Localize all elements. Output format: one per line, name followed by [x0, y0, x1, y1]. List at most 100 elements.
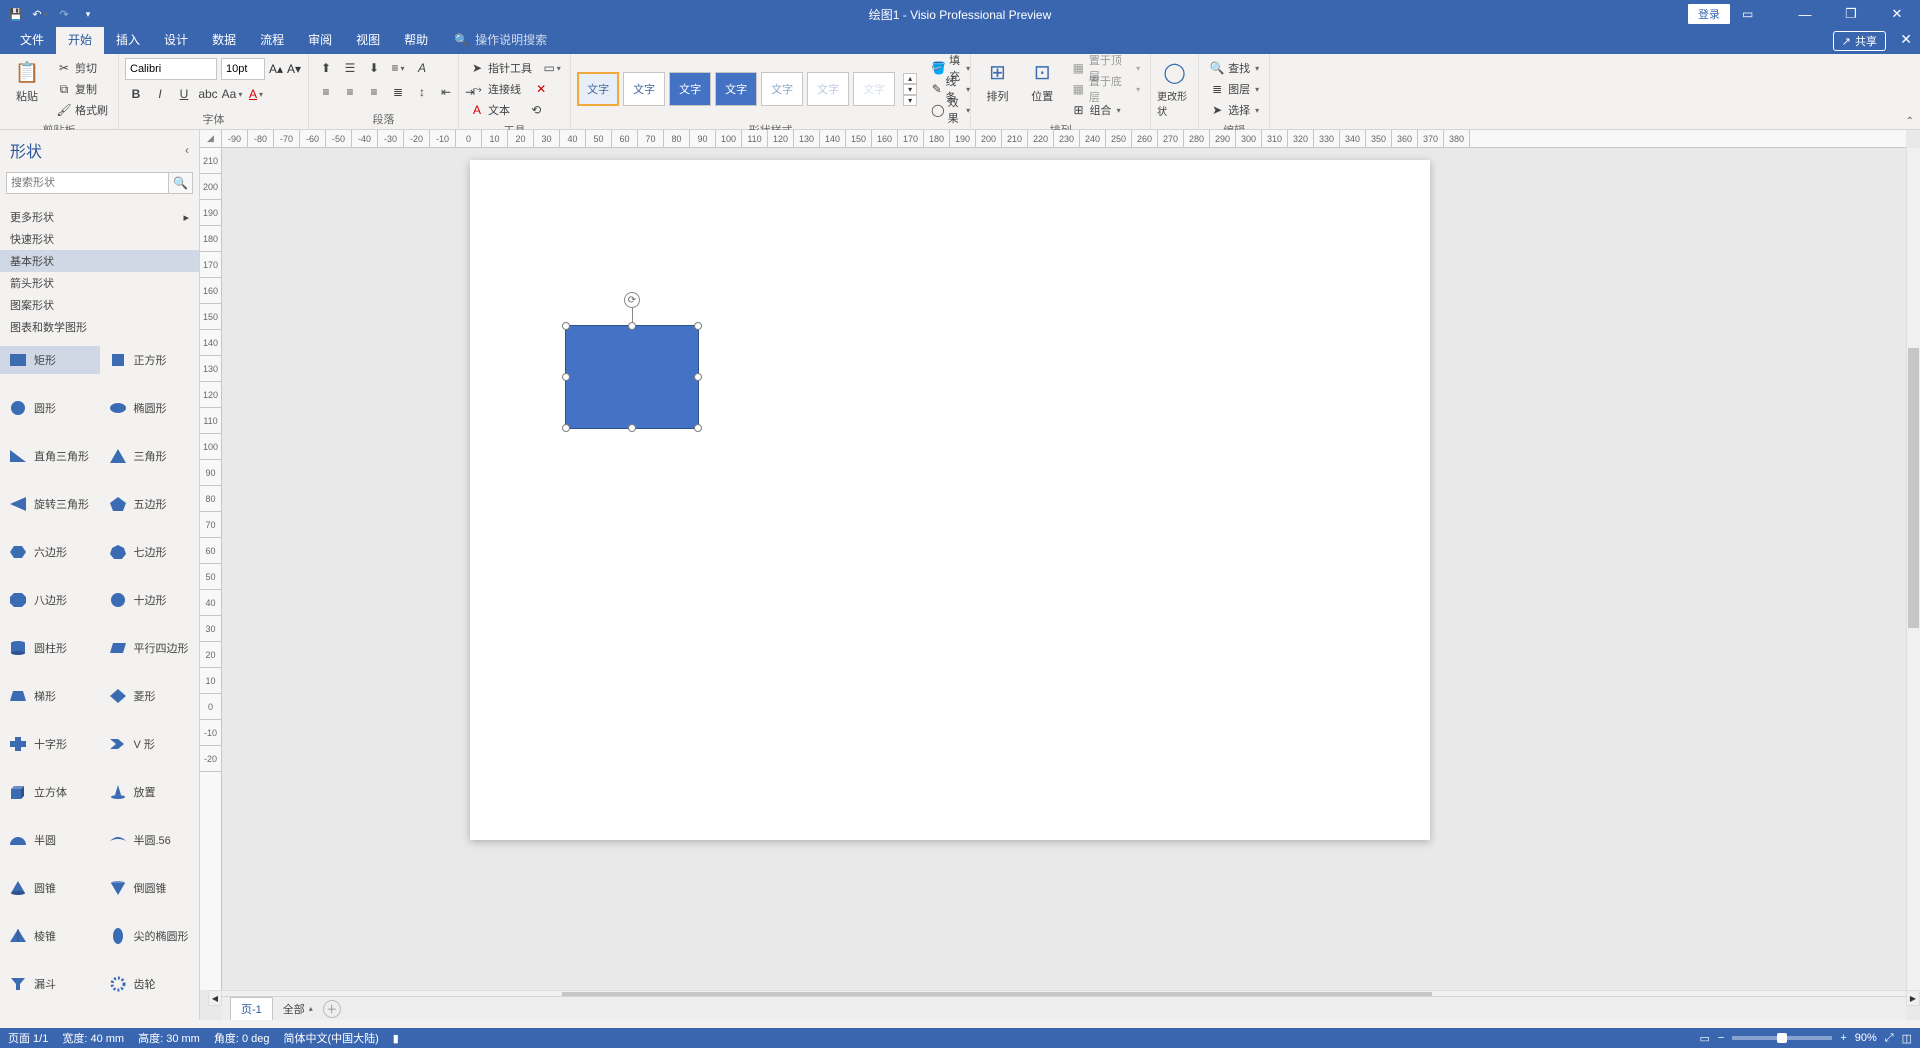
shape-七边形[interactable]: 七边形 — [100, 538, 200, 566]
gallery-scroll[interactable]: ▴▾▾ — [903, 73, 917, 106]
shape-菱形[interactable]: 菱形 — [100, 682, 200, 710]
shape-平行四边形[interactable]: 平行四边形 — [100, 634, 200, 662]
pan-zoom-window-icon[interactable]: ◫ — [1902, 1032, 1912, 1045]
shape-矩形[interactable]: 矩形 — [0, 346, 100, 374]
shape-圆锥[interactable]: 圆锥 — [0, 874, 100, 902]
page-tab-1[interactable]: 页-1 — [230, 997, 273, 1021]
presentation-mode-icon[interactable]: ▭ — [1699, 1032, 1709, 1045]
search-shapes-input[interactable] — [6, 172, 169, 194]
vertical-ruler[interactable]: 2102001901801701601501401301201101009080… — [200, 148, 222, 990]
send-back-button[interactable]: ▦置于底层▾ — [1067, 79, 1145, 99]
shape-棱锥[interactable]: 棱锥 — [0, 922, 100, 950]
connector-tool-button[interactable]: ⤳连接线 ✕ — [465, 79, 553, 99]
layers-button[interactable]: ≣图层▾ — [1205, 79, 1263, 99]
tab-流程[interactable]: 流程 — [248, 27, 296, 54]
shape-十边形[interactable]: 十边形 — [100, 586, 200, 614]
align-top-icon[interactable]: ⬆ — [315, 58, 337, 78]
collapse-pane-icon[interactable]: ‹ — [185, 143, 189, 157]
restore-icon[interactable]: ❐ — [1828, 0, 1874, 28]
shape-旋转三角形[interactable]: 旋转三角形 — [0, 490, 100, 518]
search-go-button[interactable]: 🔍 — [169, 172, 193, 194]
shape-直角三角形[interactable]: 直角三角形 — [0, 442, 100, 470]
tab-开始[interactable]: 开始 — [56, 27, 104, 54]
arrange-button[interactable]: ⊞排列 — [977, 58, 1018, 104]
tab-帮助[interactable]: 帮助 — [392, 27, 440, 54]
category-图表和数学图形[interactable]: 图表和数学图形 — [0, 316, 199, 338]
tab-视图[interactable]: 视图 — [344, 27, 392, 54]
change-case-icon[interactable]: Aa▾ — [221, 84, 243, 104]
shape-半圆[interactable]: 半圆 — [0, 826, 100, 854]
font-size-input[interactable] — [221, 58, 265, 80]
italic-icon[interactable]: I — [149, 84, 171, 104]
tab-审阅[interactable]: 审阅 — [296, 27, 344, 54]
style-gallery[interactable]: 文字 文字 文字 文字 文字 文字 文字 ▴▾▾ — [577, 72, 917, 106]
zoom-knob[interactable] — [1777, 1033, 1787, 1043]
align-justify-icon[interactable]: ≣ — [387, 82, 409, 102]
shape-立方体[interactable]: 立方体 — [0, 778, 100, 806]
select-button[interactable]: ➤选择▾ — [1205, 100, 1263, 120]
resize-handle-se[interactable] — [694, 424, 702, 432]
shape-正方形[interactable]: 正方形 — [100, 346, 200, 374]
align-bottom-icon[interactable]: ⬇ — [363, 58, 385, 78]
increase-font-icon[interactable]: A▴ — [269, 62, 283, 76]
horizontal-ruler[interactable]: -90-80-70-60-50-40-30-20-100102030405060… — [222, 130, 1906, 148]
tab-插入[interactable]: 插入 — [104, 27, 152, 54]
pointer-tool-button[interactable]: ➤指针工具 ▭▾ — [465, 58, 564, 78]
tab-设计[interactable]: 设计 — [152, 27, 200, 54]
shape-半圆.56[interactable]: 半圆.56 — [100, 826, 200, 854]
style-option-2[interactable]: 文字 — [623, 72, 665, 106]
add-page-button[interactable]: ＋ — [323, 1000, 341, 1018]
shape-三角形[interactable]: 三角形 — [100, 442, 200, 470]
status-language[interactable]: 简体中文(中国大陆) — [283, 1030, 378, 1046]
font-color-icon[interactable]: A▾ — [245, 84, 267, 104]
delete-icon[interactable]: ✕ — [533, 81, 549, 97]
effects-button[interactable]: ◯效果▾ — [927, 100, 974, 120]
all-pages-button[interactable]: 全部 ▴ — [283, 1001, 313, 1017]
bold-icon[interactable]: B — [125, 84, 147, 104]
shape-五边形[interactable]: 五边形 — [100, 490, 200, 518]
tell-me-search[interactable]: 🔍 操作说明搜索 — [454, 31, 547, 54]
shape-十字形[interactable]: 十字形 — [0, 730, 100, 758]
close-pane-icon[interactable]: ✕ — [1900, 31, 1912, 48]
style-option-5[interactable]: 文字 — [761, 72, 803, 106]
style-option-3[interactable]: 文字 — [669, 72, 711, 106]
decrease-indent-icon[interactable]: ⇤ — [435, 82, 457, 102]
shape-尖的椭圆形[interactable]: 尖的椭圆形 — [100, 922, 200, 950]
style-option-1[interactable]: 文字 — [577, 72, 619, 106]
save-icon[interactable]: 💾 — [6, 4, 26, 24]
format-painter-button[interactable]: 🖌格式刷 — [52, 100, 112, 120]
change-shape-button[interactable]: ◯更改形状 — [1157, 58, 1192, 118]
drawing-page[interactable]: ⟳ — [470, 160, 1430, 840]
share-button[interactable]: ↗共享 — [1833, 31, 1886, 51]
collapse-ribbon-icon[interactable]: ⌃ — [1906, 116, 1914, 127]
shape-齿轮[interactable]: 齿轮 — [100, 970, 200, 998]
shape-放置[interactable]: 放置 — [100, 778, 200, 806]
resize-handle-e[interactable] — [694, 373, 702, 381]
line-spacing-icon[interactable]: ↕ — [411, 82, 433, 102]
shape-椭圆形[interactable]: 椭圆形 — [100, 394, 200, 422]
style-option-4[interactable]: 文字 — [715, 72, 757, 106]
copy-button[interactable]: ⧉复制 — [52, 79, 112, 99]
login-button[interactable]: 登录 — [1688, 4, 1730, 24]
close-icon[interactable]: ✕ — [1874, 0, 1920, 28]
text-tool-button[interactable]: A文本 ⟲ — [465, 100, 548, 120]
tab-数据[interactable]: 数据 — [200, 27, 248, 54]
underline-icon[interactable]: U — [173, 84, 195, 104]
category-图案形状[interactable]: 图案形状 — [0, 294, 199, 316]
category-箭头形状[interactable]: 箭头形状 — [0, 272, 199, 294]
shape-六边形[interactable]: 六边形 — [0, 538, 100, 566]
qat-more-icon[interactable]: ▾ — [78, 4, 98, 24]
shape-梯形[interactable]: 梯形 — [0, 682, 100, 710]
clear-format-icon[interactable]: A — [411, 58, 433, 78]
zoom-level[interactable]: 90% — [1855, 1032, 1877, 1044]
ribbon-display-icon[interactable]: ▭ — [1742, 7, 1782, 21]
rotation-handle-icon[interactable]: ⟳ — [624, 292, 640, 308]
shape-圆形[interactable]: 圆形 — [0, 394, 100, 422]
zoom-out-icon[interactable]: − — [1718, 1032, 1724, 1044]
undo-icon[interactable]: ↶▾ — [30, 4, 50, 24]
font-name-input[interactable] — [125, 58, 217, 80]
style-option-7[interactable]: 文字 — [853, 72, 895, 106]
decrease-font-icon[interactable]: A▾ — [287, 62, 301, 76]
category-基本形状[interactable]: 基本形状 — [0, 250, 199, 272]
hscroll-right-icon[interactable]: ▶ — [1906, 990, 1920, 1006]
